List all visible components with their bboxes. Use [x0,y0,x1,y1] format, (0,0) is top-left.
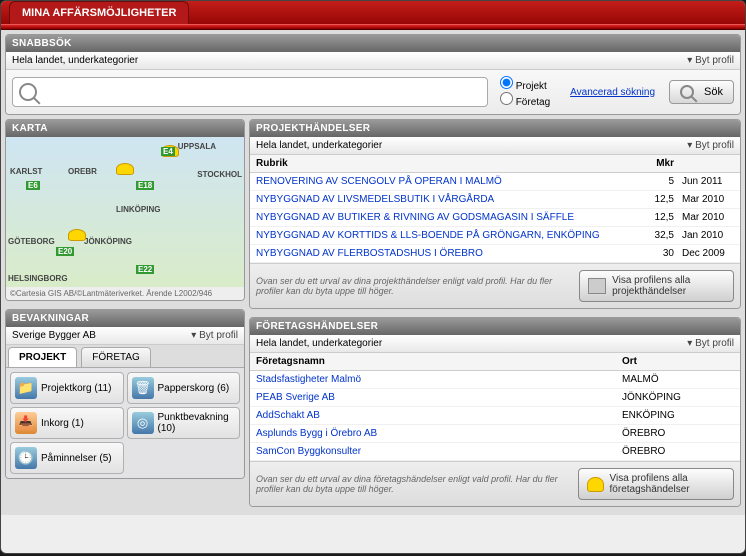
map-title: KARTA [6,120,244,137]
map-panel: KARTA UPPSALA KARLST OREBR STOCKHOL LINK… [5,119,245,301]
company-link[interactable]: AddSchakt AB [256,410,320,421]
tab-foretag[interactable]: FÖRETAG [81,347,151,367]
table-row: NYBYGGNAD AV BUTIKER & RIVNING AV GODSMA… [250,209,740,227]
company-link[interactable]: PEAB Sverige AB [256,392,335,403]
table-row: NYBYGGNAD AV LIVSMEDELSBUTIK I VÅRGÅRDA1… [250,191,740,209]
search-icon [19,83,37,101]
company-events-title: FÖRETAGSHÄNDELSER [250,318,740,335]
radio-foretag[interactable] [500,92,513,105]
table-row: RENOVERING AV SCENGOLV PÅ OPERAN I MALMÖ… [250,173,740,191]
search-input[interactable] [43,86,481,98]
project-events-footer-text: Ovan ser du ett urval av dina projekthän… [256,276,579,296]
map-canvas[interactable]: UPPSALA KARLST OREBR STOCKHOL LINKÖPING … [6,137,244,287]
quicksearch-profile-text: Hela landet, underkategorier [12,55,138,66]
col-rubrik: Rubrik [256,158,634,169]
company-events-panel: FÖRETAGSHÄNDELSER Hela landet, underkate… [249,317,741,507]
radio-projekt[interactable] [500,76,513,89]
quicksearch-title: SNABBSÖK [6,35,740,52]
advanced-search-link[interactable]: Avancerad sökning [570,87,655,98]
search-icon [680,85,694,99]
company-link[interactable]: Stadsfastigheter Malmö [256,374,361,385]
project-link[interactable]: NYBYGGNAD AV FLERBOSTADSHUS I ÖREBRO [256,248,483,259]
col-mkr: Mkr [634,158,674,169]
search-type-radios: Projekt Företag [494,76,556,108]
col-foretagsnamn: Företagsnamn [256,356,614,367]
project-link[interactable]: RENOVERING AV SCENGOLV PÅ OPERAN I MALMÖ [256,176,502,187]
watchlist-profile-text: Sverige Bygger AB [12,330,96,341]
watchlist-title: BEVAKNINGAR [6,310,244,327]
map-credit: ©Cartesia GIS AB/©Lantmäteriverket. Ären… [6,287,244,300]
company-link[interactable]: Asplunds Bygg i Örebro AB [256,428,377,439]
search-input-wrapper[interactable] [12,77,488,107]
project-events-panel: PROJEKTHÄNDELSER Hela landet, underkateg… [249,119,741,309]
search-button[interactable]: Sök [669,80,734,104]
target-icon: ◎ [132,412,154,434]
project-link[interactable]: NYBYGGNAD AV BUTIKER & RIVNING AV GODSMA… [256,212,574,223]
table-row: NYBYGGNAD AV KORTTIDS & LLS-BOENDE PÅ GR… [250,227,740,245]
show-all-project-events-button[interactable]: Visa profilens alla projekthändelser [579,270,734,302]
project-events-profile-text: Hela landet, underkategorier [256,140,382,151]
table-row: AddSchakt ABENKÖPING [250,407,740,425]
company-events-footer-text: Ovan ser du ett urval av dina företagshä… [256,474,578,494]
watchlist-item[interactable]: 📁Projektkorg (11) [10,372,124,404]
table-row: Asplunds Bygg i Örebro ABÖREBRO [250,425,740,443]
table-row: NYBYGGNAD AV FLERBOSTADSHUS I ÖREBRO30De… [250,245,740,263]
quicksearch-panel: SNABBSÖK Hela landet, underkategorier By… [5,34,741,115]
barrier-icon [588,278,606,294]
table-row: Stadsfastigheter MalmöMALMÖ [250,371,740,389]
project-link[interactable]: NYBYGGNAD AV LIVSMEDELSBUTIK I VÅRGÅRDA [256,194,494,205]
project-link[interactable]: NYBYGGNAD AV KORTTIDS & LLS-BOENDE PÅ GR… [256,230,600,241]
table-row: SamCon ByggkonsulterÖREBRO [250,443,740,461]
main-tab[interactable]: MINA AFFÄRSMÖJLIGHETER [9,1,189,24]
change-profile-link[interactable]: Byt profil [687,140,734,151]
change-profile-link[interactable]: Byt profil [687,338,734,349]
watchlist-item[interactable]: 🕒Påminnelser (5) [10,442,124,474]
watchlist-item[interactable]: 📥Inkorg (1) [10,407,124,439]
watchlist-item[interactable]: ◎Punktbevakning (10) [127,407,241,439]
clock-icon: 🕒 [15,447,37,469]
change-profile-link[interactable]: Byt profil [191,330,238,341]
project-events-title: PROJEKTHÄNDELSER [250,120,740,137]
inbox-icon: 📥 [15,412,37,434]
show-all-company-events-button[interactable]: Visa profilens alla företagshändelser [578,468,734,500]
helmet-icon [116,163,134,175]
basket-icon: 📁 [15,377,37,399]
tab-projekt[interactable]: PROJEKT [8,347,77,367]
table-row: PEAB Sverige ABJÖNKÖPING [250,389,740,407]
watchlist-item[interactable]: 🗑Papperskorg (6) [127,372,241,404]
helmet-icon [587,477,603,492]
company-events-profile-text: Hela landet, underkategorier [256,338,382,349]
trash-icon: 🗑 [132,377,154,399]
change-profile-link[interactable]: Byt profil [687,55,734,66]
company-link[interactable]: SamCon Byggkonsulter [256,446,361,457]
col-ort: Ort [614,356,734,367]
watchlist-panel: BEVAKNINGAR Sverige Bygger AB Byt profil… [5,309,245,479]
helmet-icon [68,229,86,241]
